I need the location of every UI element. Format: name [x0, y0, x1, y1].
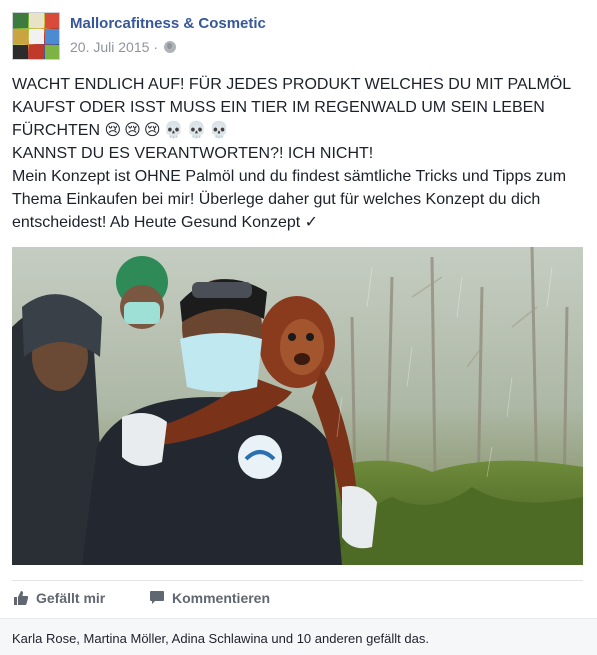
post-line: Mein Konzept ist OHNE Palmöl und du find…	[12, 168, 567, 185]
crying-face-icon: 😢	[143, 122, 161, 139]
post-message: WACHT ENDLICH AUF! FÜR JEDES PRODUKT WEL…	[12, 73, 590, 234]
post-header: Mallorcafitness & Cosmetic 20. Juli 2015…	[12, 12, 585, 60]
page-name-link[interactable]: Mallorcafitness & Cosmetic	[70, 15, 266, 32]
post-line-text: FÜRCHTEN	[12, 122, 100, 139]
post-date[interactable]: 20. Juli 2015	[70, 39, 149, 55]
crying-face-icon: 😢	[124, 122, 141, 139]
post-line: KANNST DU ES VERANTWORTEN?! ICH NICHT!	[12, 145, 374, 162]
post-line: entscheidest! Ab Heute Gesund Konzept ✓	[12, 211, 590, 234]
post-line: Thema Einkaufen bei mir! Überlege daher …	[12, 191, 541, 208]
facebook-post: Mallorcafitness & Cosmetic 20. Juli 2015…	[0, 0, 597, 655]
comment-label: Kommentieren	[172, 590, 271, 606]
comment-button[interactable]: Kommentieren	[149, 590, 270, 606]
post-actions: Gefällt mir Kommentieren	[12, 580, 583, 618]
post-meta: 20. Juli 2015 ·	[70, 39, 177, 55]
post-line-text: entscheidest! Ab Heute Gesund Konzept	[12, 214, 301, 231]
post-photo[interactable]	[12, 247, 583, 565]
post-line: KAUFST ODER ISST MUSS EIN TIER IM REGENW…	[12, 99, 545, 116]
checkmark-icon: ✓	[304, 214, 319, 231]
likes-summary-text[interactable]: Karla Rose, Martina Möller, Adina Schlaw…	[12, 631, 429, 646]
like-button[interactable]: Gefällt mir	[13, 590, 105, 606]
likes-summary-bar: Karla Rose, Martina Möller, Adina Schlaw…	[0, 618, 597, 655]
skull-icon: 💀	[209, 122, 230, 139]
post-line: FÜRCHTEN 😢 😢 😢 💀 💀 💀	[12, 119, 590, 142]
skull-icon: 💀	[186, 122, 207, 139]
post-line: WACHT ENDLICH AUF! FÜR JEDES PRODUKT WEL…	[12, 76, 572, 93]
skull-icon: 💀	[163, 122, 184, 139]
thumbs-up-icon	[13, 590, 29, 606]
globe-icon[interactable]	[164, 41, 177, 53]
like-label: Gefällt mir	[36, 590, 106, 606]
comment-icon	[149, 590, 165, 606]
orangutan-rescue-illustration	[12, 247, 583, 565]
page-avatar[interactable]	[12, 12, 60, 60]
meta-separator: ·	[153, 39, 159, 55]
crying-face-icon: 😢	[104, 122, 122, 139]
